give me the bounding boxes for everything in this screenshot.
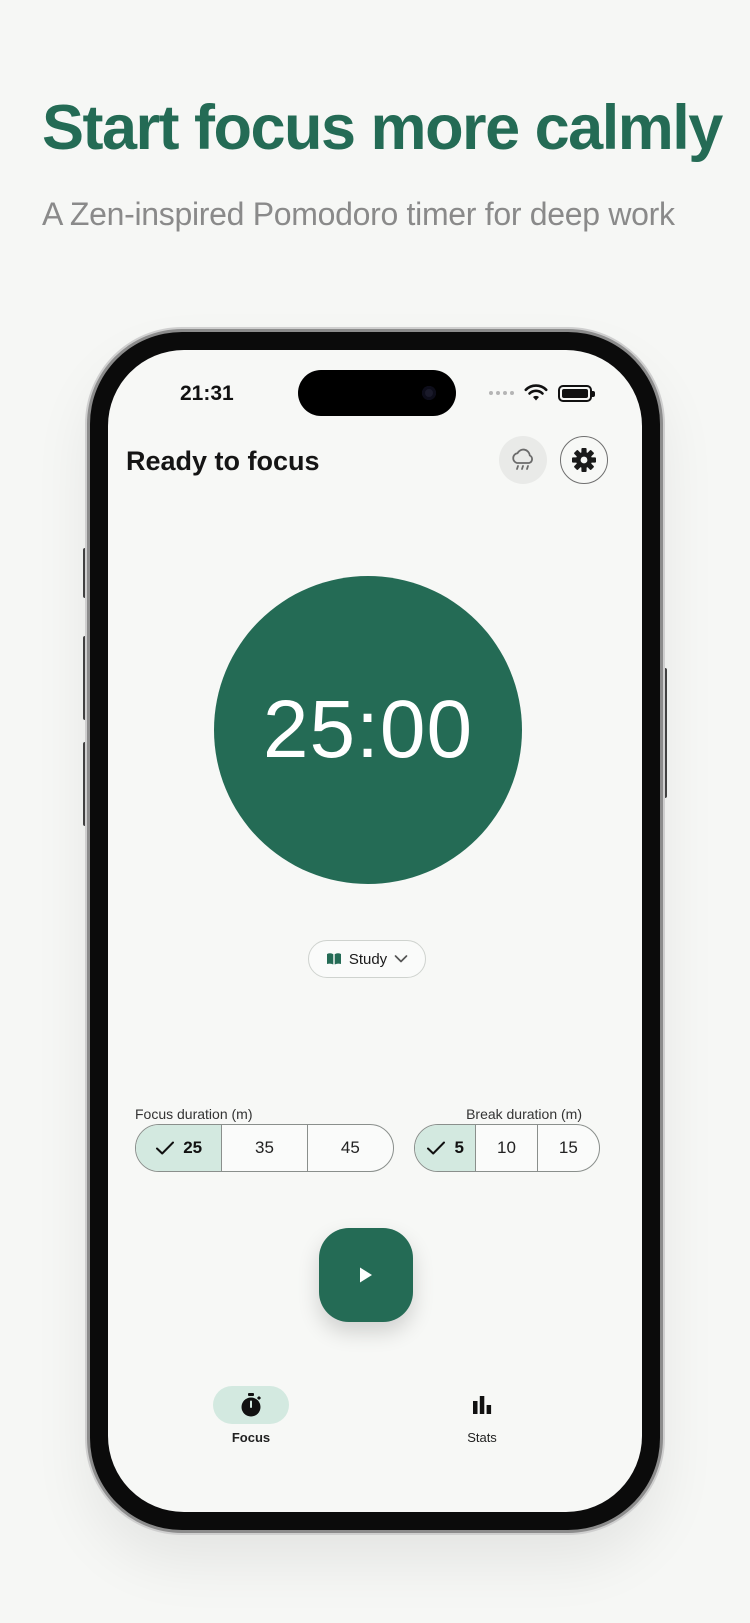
focus-option-label: 45 [340,1138,360,1157]
rain-cloud-icon [512,448,533,470]
wifi-icon [524,384,548,401]
tab-focus-label: Focus [231,1430,271,1445]
status-icons [489,384,595,402]
tab-stats-label: Stats [467,1430,497,1445]
break-duration-selector: 5 10 15 [414,1124,600,1172]
focus-option-label: 25 [183,1138,203,1157]
dynamic-island [298,370,456,416]
signal-dots-icon [489,391,514,395]
book-icon [326,953,341,965]
break-option-label: 5 [454,1138,464,1157]
focus-duration-label: Focus duration (m) [135,1106,253,1122]
break-option-label: 10 [497,1138,516,1157]
tab-stats[interactable]: Stats [422,1386,542,1445]
focus-duration-selector: 25 35 45 [135,1124,394,1172]
timer-display: 25:00 [262,684,474,775]
tab-focus[interactable]: Focus [191,1386,311,1445]
start-timer-button[interactable] [319,1228,413,1322]
phone-frame: 21:31 Ready to focus 25:00 Study Focus d… [90,332,660,1530]
break-duration-label: Break duration (m) [466,1106,582,1122]
checkmark-icon [427,1141,446,1155]
break-option-15[interactable]: 15 [536,1125,599,1171]
tab-focus-pill [213,1386,289,1424]
break-option-10[interactable]: 10 [475,1125,536,1171]
page-title: Ready to focus [126,446,320,476]
volume-down-button [83,742,88,826]
gear-icon [572,448,596,472]
timer-circle[interactable]: 25:00 [214,576,522,884]
marketing-subheadline: A Zen-inspired Pomodoro timer for deep w… [42,196,675,232]
focus-option-45[interactable]: 45 [306,1125,393,1171]
stopwatch-icon [241,1393,261,1417]
volume-up-button [83,636,88,720]
focus-option-25[interactable]: 25 [136,1125,222,1171]
marketing-headline: Start focus more calmly [42,93,723,163]
category-label: Study [348,950,388,968]
action-button [83,548,88,598]
break-option-5[interactable]: 5 [415,1125,476,1171]
settings-button[interactable] [560,436,608,484]
ambient-sound-button[interactable] [499,436,547,484]
checkmark-icon [156,1141,175,1155]
category-selector[interactable]: Study [308,940,426,978]
camera-icon [422,386,436,400]
power-button [662,668,667,798]
status-time: 21:31 [180,382,234,405]
bar-chart-icon [473,1396,492,1414]
phone-screen: 21:31 Ready to focus 25:00 Study Focus d… [108,350,642,1512]
play-icon [360,1267,372,1283]
break-option-label: 15 [558,1138,578,1157]
tab-stats-pill [444,1386,520,1424]
battery-icon [558,384,595,402]
focus-option-label: 35 [255,1138,274,1157]
chevron-down-icon [394,955,408,963]
focus-option-35[interactable]: 35 [221,1125,306,1171]
